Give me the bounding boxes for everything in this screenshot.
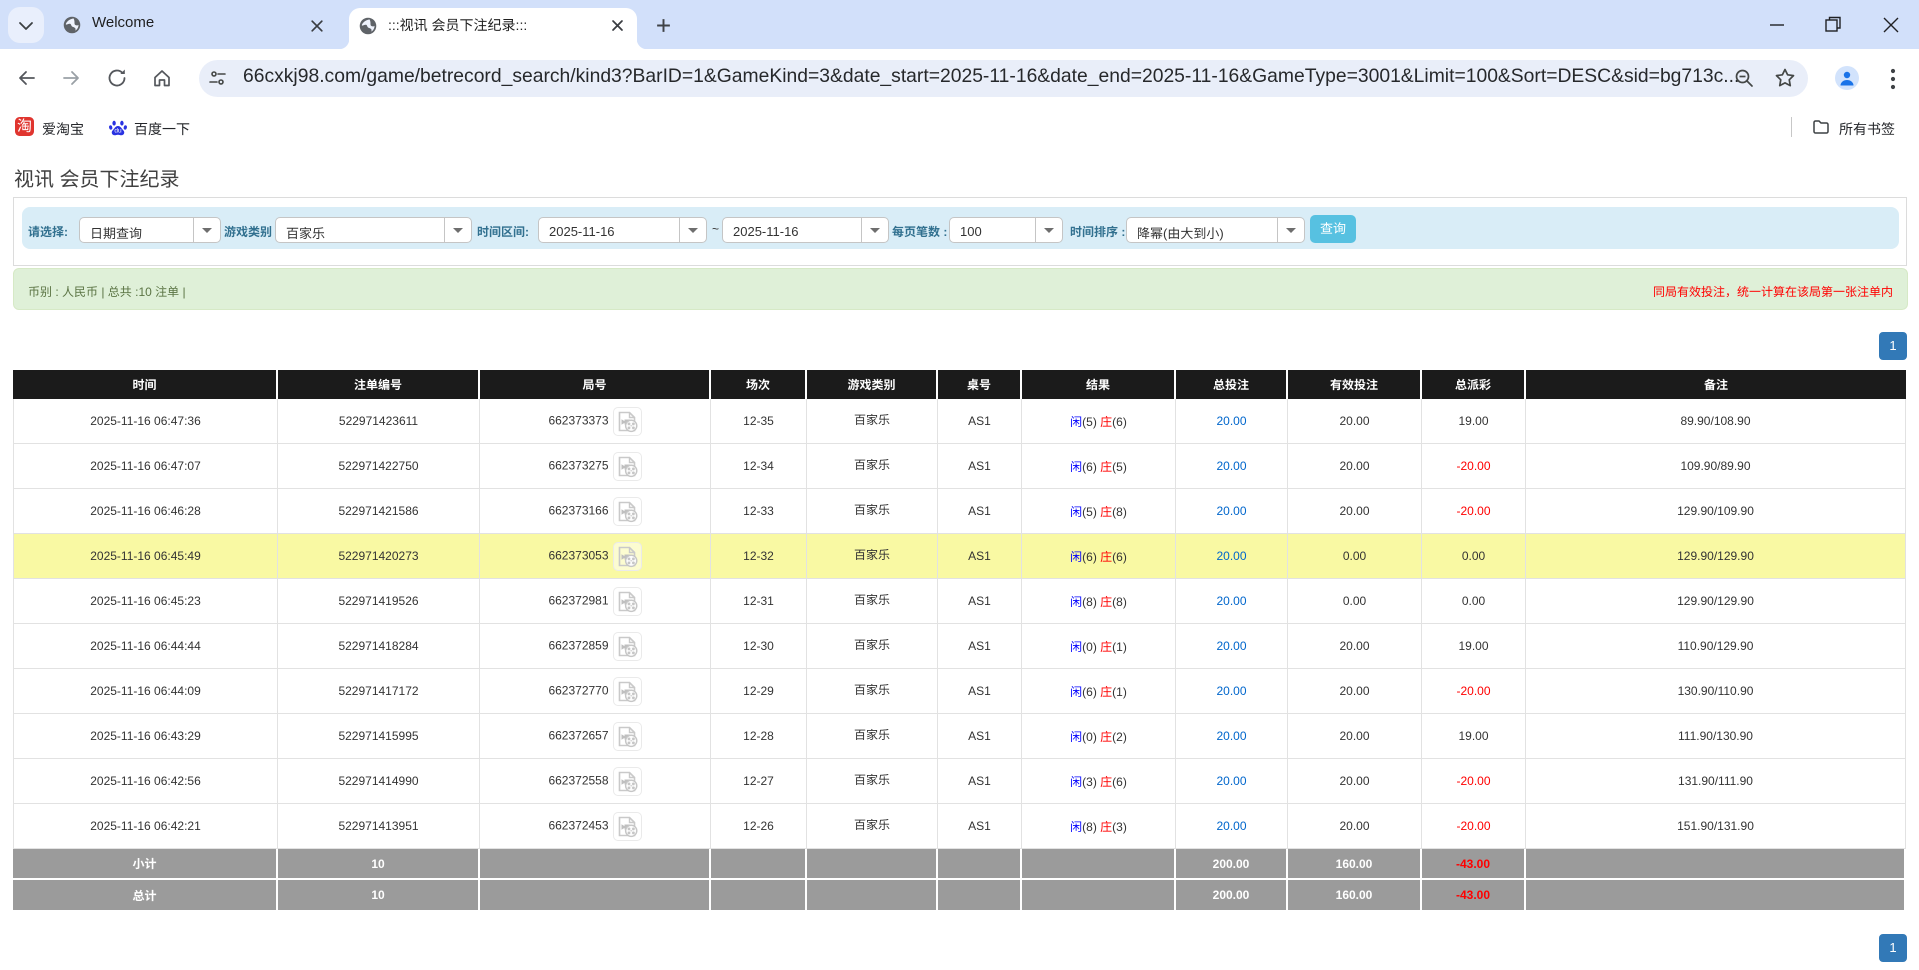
svg-text:du: du xyxy=(114,127,122,134)
